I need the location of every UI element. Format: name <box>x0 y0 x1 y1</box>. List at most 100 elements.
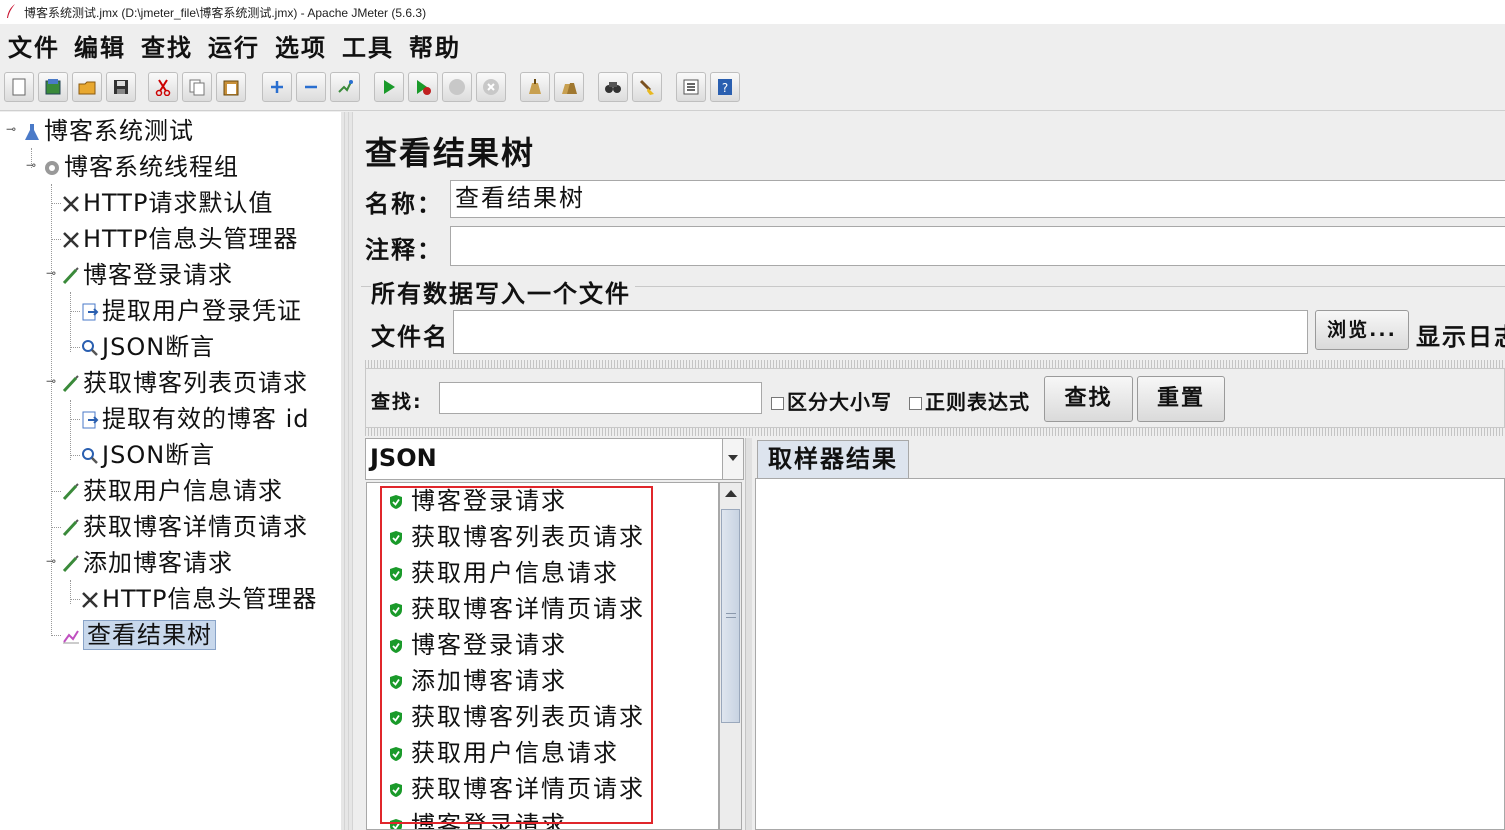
tree-node-login-request[interactable]: 博客登录请求 <box>61 258 233 292</box>
function-helper-button[interactable] <box>676 72 706 102</box>
tree-node-json-assertion-2[interactable]: JSON断言 <box>80 438 215 472</box>
templates-icon <box>45 79 61 95</box>
result-list-scrollbar[interactable] <box>719 482 742 830</box>
comment-field[interactable] <box>450 226 1505 266</box>
tree-node-thread-group[interactable]: 博客系统线程组 <box>42 150 239 184</box>
divider-grip-2[interactable] <box>365 428 1505 436</box>
search-button[interactable] <box>598 72 628 102</box>
config-element-icon <box>63 232 79 248</box>
sampler-result-pane <box>755 478 1505 830</box>
tree-node-view-results-tree[interactable]: 查看结果树 <box>61 618 216 652</box>
name-field[interactable]: 查看结果树 <box>450 180 1505 218</box>
menu-run[interactable]: 运行 <box>208 28 260 63</box>
tree-connector <box>70 347 80 348</box>
clear-all-button[interactable] <box>554 72 584 102</box>
copy-icon <box>189 79 205 96</box>
save-icon <box>114 80 128 94</box>
start-no-pauses-button[interactable] <box>408 72 438 102</box>
scroll-up-arrow-icon[interactable] <box>725 489 737 497</box>
regex-checkbox[interactable]: 正则表达式 <box>909 386 1030 415</box>
assertion-icon <box>82 448 98 464</box>
renderer-select-value: JSON <box>370 444 437 472</box>
find-button[interactable]: 查找 <box>1044 376 1133 422</box>
collapse-icon <box>305 85 317 89</box>
expand-icon <box>271 81 283 93</box>
reset-search-button[interactable] <box>632 72 662 102</box>
tree-node-user-info-request[interactable]: 获取用户信息请求 <box>61 474 283 508</box>
chevron-down-icon[interactable] <box>722 439 743 479</box>
shutdown-button[interactable] <box>476 72 506 102</box>
tree-node-add-blog-request[interactable]: 添加博客请求 <box>61 546 233 580</box>
listener-icon <box>63 630 79 644</box>
divider-grip[interactable] <box>365 360 1505 368</box>
save-button[interactable] <box>106 72 136 102</box>
tree-connector <box>51 184 52 636</box>
tree-node-extract-credential[interactable]: 提取用户登录凭证 <box>80 294 302 328</box>
help-button[interactable]: ? <box>710 72 740 102</box>
tree-node-extract-blog-id[interactable]: 提取有效的博客 id <box>80 402 310 436</box>
stop-icon <box>449 79 465 95</box>
case-sensitive-box[interactable] <box>771 397 784 410</box>
sampler-icon <box>62 519 79 537</box>
scroll-thumb[interactable] <box>721 509 740 723</box>
templates-button[interactable] <box>38 72 68 102</box>
tree-expand-toggle[interactable]: ⊸ <box>46 374 56 388</box>
tree-node-blog-detail-request[interactable]: 获取博客详情页请求 <box>61 510 308 544</box>
panel-title: 查看结果树 <box>365 134 536 172</box>
tree-connector <box>70 292 71 352</box>
toolbar: ? <box>0 62 1505 111</box>
sampler-icon <box>62 555 79 573</box>
toggle-button[interactable] <box>330 72 360 102</box>
config-element-icon <box>63 196 79 212</box>
tab-sampler-result[interactable]: 取样器结果 <box>757 440 909 478</box>
clear-button[interactable] <box>520 72 550 102</box>
start-button[interactable] <box>374 72 404 102</box>
tree-connector <box>70 419 80 420</box>
tree-expand-toggle[interactable]: ⊸ <box>26 158 36 172</box>
new-button[interactable] <box>4 72 34 102</box>
tree-node-test-plan[interactable]: 博客系统测试 <box>22 114 194 148</box>
assertion-icon <box>82 340 98 356</box>
tree-node-header-manager-2[interactable]: HTTP信息头管理器 <box>80 582 317 616</box>
cut-button[interactable] <box>148 72 178 102</box>
panel-splitter[interactable] <box>341 112 353 830</box>
expand-all-button[interactable] <box>262 72 292 102</box>
results-splitter[interactable] <box>745 438 752 830</box>
clear-all-icon <box>562 83 577 94</box>
tree-connector <box>70 311 80 312</box>
tree-connector <box>70 455 80 456</box>
highlight-annotation-box <box>380 486 653 824</box>
menu-file[interactable]: 文件 <box>8 28 60 63</box>
tree-expand-toggle[interactable]: ⊸ <box>46 554 56 568</box>
menu-tools[interactable]: 工具 <box>342 28 394 63</box>
tree-expand-toggle[interactable]: ⊸ <box>46 266 56 280</box>
renderer-select[interactable]: JSON <box>365 438 744 480</box>
window-title-bar: 博客系统测试.jmx (D:\jmeter_file\博客系统测试.jmx) -… <box>0 0 1505 25</box>
stop-button[interactable] <box>442 72 472 102</box>
help-icon: ? <box>718 79 732 95</box>
browse-button[interactable]: 浏览... <box>1315 310 1409 350</box>
open-button[interactable] <box>72 72 102 102</box>
menu-options[interactable]: 选项 <box>275 28 327 63</box>
tree-node-json-assertion[interactable]: JSON断言 <box>80 330 215 364</box>
tree-node-blog-list-request[interactable]: 获取博客列表页请求 <box>61 366 308 400</box>
menu-help[interactable]: 帮助 <box>409 28 461 63</box>
tree-expand-toggle[interactable]: ⊸ <box>6 122 16 136</box>
reset-button[interactable]: 重置 <box>1137 376 1225 422</box>
menu-edit[interactable]: 编辑 <box>74 28 126 63</box>
regex-box[interactable] <box>909 397 922 410</box>
tree-node-http-defaults[interactable]: HTTP请求默认值 <box>61 186 273 220</box>
copy-button[interactable] <box>182 72 212 102</box>
case-sensitive-checkbox[interactable]: 区分大小写 <box>771 386 892 415</box>
name-label: 名称： <box>365 190 443 218</box>
search-input[interactable] <box>439 382 762 414</box>
paste-button[interactable] <box>216 72 246 102</box>
post-processor-icon <box>82 303 99 321</box>
test-plan-icon <box>25 124 39 140</box>
collapse-all-button[interactable] <box>296 72 326 102</box>
tree-node-header-manager[interactable]: HTTP信息头管理器 <box>61 222 298 256</box>
menu-search[interactable]: 查找 <box>141 28 193 63</box>
filename-label: 文件名 <box>371 323 449 351</box>
start-icon <box>384 80 395 94</box>
filename-field[interactable] <box>453 310 1308 354</box>
